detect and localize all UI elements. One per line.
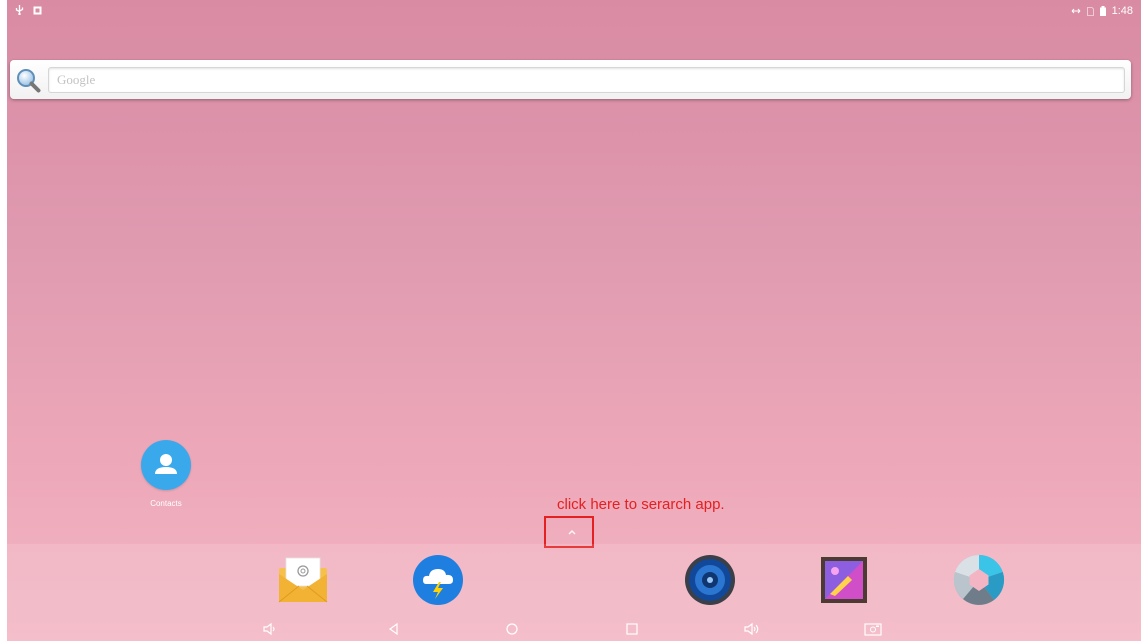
annotation-text: click here to serarch app. (557, 496, 725, 513)
gallery-icon[interactable] (818, 554, 870, 606)
volume-up-icon[interactable] (744, 622, 760, 636)
screenshot-icon[interactable] (863, 622, 883, 636)
battery-icon (1099, 6, 1106, 16)
google-search-bar[interactable]: Google (10, 60, 1131, 99)
status-time: 1:48 (1111, 5, 1133, 17)
recents-icon[interactable] (624, 622, 640, 636)
status-bar: 1:48 (7, 0, 1141, 24)
notification-icon (33, 6, 42, 14)
contacts-icon[interactable] (141, 440, 191, 490)
usb-icon (15, 5, 24, 15)
dock (7, 544, 1141, 641)
screen-edge (0, 0, 7, 641)
search-placeholder: Google (57, 72, 96, 87)
magnifier-icon[interactable] (15, 67, 41, 93)
camera-icon[interactable] (953, 554, 1005, 606)
back-icon[interactable] (386, 622, 402, 636)
search-input[interactable]: Google (48, 67, 1125, 93)
contacts-label: Contacts (150, 499, 182, 508)
music-icon[interactable] (684, 554, 736, 606)
contacts-shortcut[interactable]: Contacts (139, 440, 193, 508)
chevron-up-icon[interactable] (563, 525, 581, 539)
home-icon[interactable] (504, 622, 520, 636)
weather-icon[interactable] (412, 554, 464, 606)
email-icon[interactable] (277, 554, 329, 606)
sync-icon (1071, 8, 1080, 14)
sim-icon (1086, 6, 1094, 16)
home-screen: 1:48 Google Contacts click here to serar… (7, 0, 1141, 641)
volume-down-icon[interactable] (262, 622, 278, 636)
